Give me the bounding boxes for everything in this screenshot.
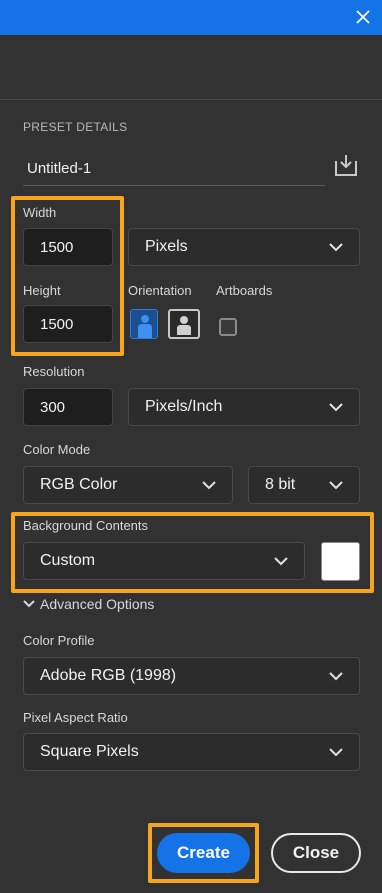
width-unit-dropdown[interactable]: Pixels xyxy=(128,228,360,266)
width-input[interactable]: 1500 xyxy=(23,228,113,266)
title-bar xyxy=(0,0,382,35)
portrait-icon xyxy=(138,315,152,338)
width-label: Width xyxy=(23,205,57,220)
document-name-input[interactable]: Untitled-1 xyxy=(23,150,325,186)
width-unit-value: Pixels xyxy=(145,238,188,255)
chevron-down-icon xyxy=(274,556,288,565)
height-label: Height xyxy=(23,283,61,298)
chevron-down-icon xyxy=(329,480,343,489)
background-contents-value: Custom xyxy=(40,552,96,569)
section-title: PRESET DETAILS xyxy=(23,120,128,134)
pixel-aspect-ratio-label: Pixel Aspect Ratio xyxy=(23,710,128,725)
pixel-aspect-ratio-value: Square Pixels xyxy=(40,743,139,760)
resolution-unit-value: Pixels/Inch xyxy=(145,398,223,415)
create-button[interactable]: Create xyxy=(157,833,250,873)
background-contents-label: Background Contents xyxy=(23,518,149,533)
resolution-label: Resolution xyxy=(23,364,85,379)
chevron-down-icon xyxy=(329,402,343,411)
color-profile-dropdown[interactable]: Adobe RGB (1998) xyxy=(23,657,360,695)
artboards-label: Artboards xyxy=(216,283,273,298)
chevron-down-icon xyxy=(329,242,343,251)
pixel-aspect-ratio-dropdown[interactable]: Square Pixels xyxy=(23,733,360,771)
height-input[interactable]: 1500 xyxy=(23,305,113,343)
close-icon[interactable] xyxy=(354,8,372,26)
orientation-label: Orientation xyxy=(128,283,192,298)
chevron-down-icon xyxy=(23,600,35,608)
landscape-icon xyxy=(177,316,191,335)
color-profile-value: Adobe RGB (1998) xyxy=(40,667,177,684)
background-color-swatch[interactable] xyxy=(321,542,360,581)
resolution-unit-dropdown[interactable]: Pixels/Inch xyxy=(128,388,360,426)
color-mode-value: RGB Color xyxy=(40,476,118,493)
header-area xyxy=(0,35,382,99)
chevron-down-icon xyxy=(329,671,343,680)
color-mode-label: Color Mode xyxy=(23,442,91,457)
artboards-checkbox[interactable] xyxy=(219,318,237,336)
chevron-down-icon xyxy=(329,747,343,756)
portrait-orientation-button[interactable] xyxy=(130,309,158,339)
background-contents-dropdown[interactable]: Custom xyxy=(23,542,305,580)
bit-depth-dropdown[interactable]: 8 bit xyxy=(248,466,360,504)
save-preset-icon[interactable] xyxy=(333,152,359,178)
advanced-options-toggle[interactable]: Advanced Options xyxy=(23,596,154,612)
resolution-input[interactable]: 300 xyxy=(23,388,113,426)
color-mode-dropdown[interactable]: RGB Color xyxy=(23,466,233,504)
landscape-orientation-button[interactable] xyxy=(168,309,200,339)
advanced-options-label: Advanced Options xyxy=(40,596,155,612)
bit-depth-value: 8 bit xyxy=(265,476,296,493)
chevron-down-icon xyxy=(202,480,216,489)
color-profile-label: Color Profile xyxy=(23,633,95,648)
close-button[interactable]: Close xyxy=(271,833,361,873)
